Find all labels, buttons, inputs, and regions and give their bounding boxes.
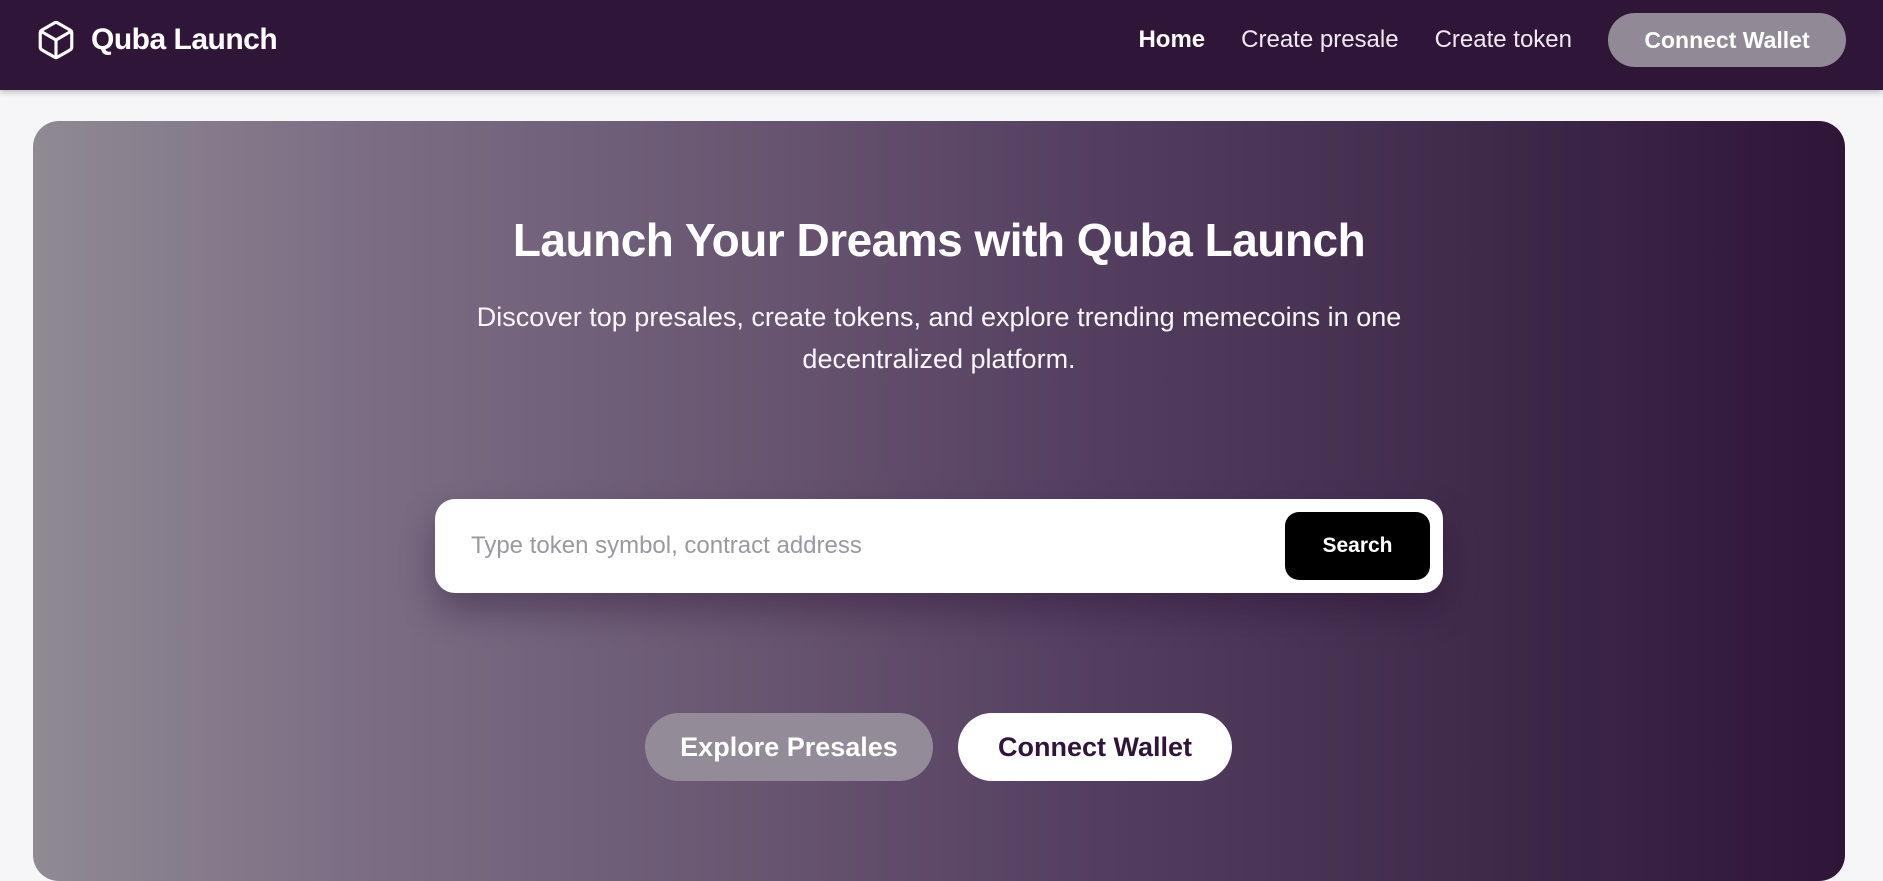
cube-icon [38, 20, 74, 60]
top-navbar: Quba Launch Home Create presale Create t… [0, 0, 1883, 90]
hero-section: Launch Your Dreams with Quba Launch Disc… [33, 121, 1845, 881]
nav-link-create-presale[interactable]: Create presale [1241, 26, 1398, 54]
search-bar: Search [435, 499, 1443, 593]
hero-title: Launch Your Dreams with Quba Launch [512, 214, 1366, 266]
search-button[interactable]: Search [1285, 512, 1430, 580]
search-input[interactable] [471, 521, 1251, 571]
hero-subtitle: Discover top presales, create tokens, an… [476, 302, 1402, 374]
main-nav: Home Create presale Create token Connect… [1138, 0, 1846, 80]
brand-logo[interactable]: Quba Launch [35, 18, 278, 62]
brand-name: Quba Launch [91, 23, 278, 56]
connect-wallet-button[interactable]: Connect Wallet [1608, 13, 1846, 67]
hero-connect-wallet-button[interactable]: Connect Wallet [958, 713, 1232, 781]
nav-link-home[interactable]: Home [1138, 26, 1205, 54]
explore-presales-button[interactable]: Explore Presales [645, 713, 933, 781]
nav-link-create-token[interactable]: Create token [1435, 26, 1572, 54]
